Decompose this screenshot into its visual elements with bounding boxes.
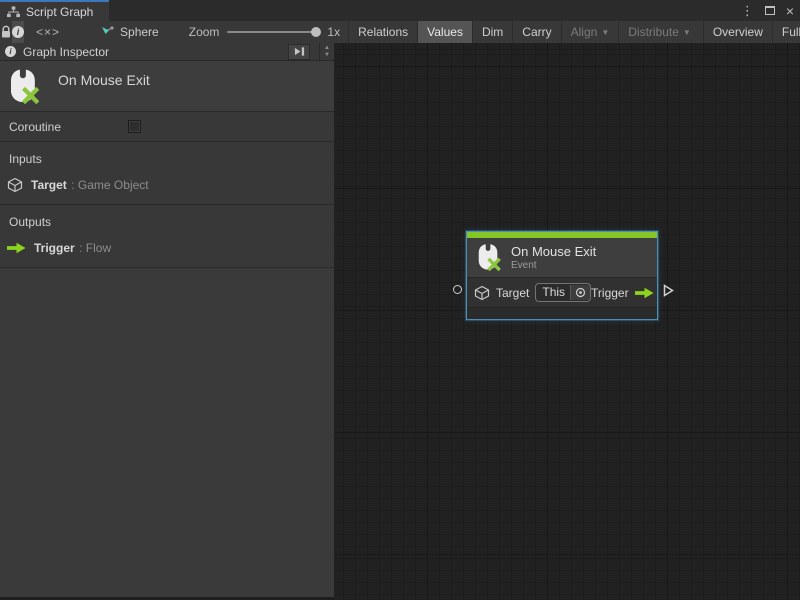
event-node-on-mouse-exit[interactable]: On Mouse Exit Event Target This <box>466 231 658 320</box>
window-tab-bar: Script Graph ⋮ × <box>0 0 800 21</box>
distribute-dropdown[interactable]: Distribute ▼ <box>618 21 700 43</box>
maximize-icon[interactable] <box>765 6 775 15</box>
lock-icon <box>0 25 12 39</box>
zoom-slider-thumb[interactable] <box>311 27 321 37</box>
node-title: On Mouse Exit <box>511 244 596 259</box>
tab-script-graph[interactable]: Script Graph <box>0 0 109 21</box>
toolbar-toggle-group: Relations Values Dim Carry Align ▼ Distr… <box>348 21 800 43</box>
relations-button[interactable]: Relations <box>348 21 417 43</box>
inspector-toggle-button[interactable]: i <box>12 21 24 43</box>
inspector-title-block: On Mouse Exit <box>0 61 334 112</box>
lock-button[interactable] <box>0 21 12 43</box>
graph-toolbar: i <×> Sphere Zoom 1x Relations Values Di… <box>0 21 800 43</box>
zoom-control: Zoom 1x <box>189 21 340 43</box>
close-icon[interactable]: × <box>786 4 794 18</box>
output-trigger-row: Trigger : Flow <box>0 239 334 257</box>
graph-pointer-icon <box>100 25 114 39</box>
info-icon: i <box>12 26 24 38</box>
input-type: : Game Object <box>71 178 148 192</box>
coroutine-label: Coroutine <box>9 120 128 134</box>
node-output-label: Trigger <box>591 286 629 300</box>
carry-button[interactable]: Carry <box>512 21 560 43</box>
input-name: Target <box>31 178 67 192</box>
target-value[interactable]: This <box>536 284 570 301</box>
zoom-slider[interactable] <box>227 31 319 33</box>
object-picker-icon[interactable] <box>570 285 590 300</box>
mouse-exit-icon <box>476 243 501 271</box>
trigger-arrow-icon[interactable] <box>635 287 654 299</box>
node-ports-row: Target This Trigger <box>467 277 657 307</box>
dim-button[interactable]: Dim <box>472 21 512 43</box>
graph-inspector-title: Graph Inspector <box>23 45 281 59</box>
output-name: Trigger <box>34 241 75 255</box>
zoom-value: 1x <box>327 25 340 39</box>
node-input-label: Target <box>496 286 529 300</box>
mouse-exit-icon <box>8 68 39 104</box>
overview-button[interactable]: Overview <box>703 21 772 43</box>
outputs-header: Outputs <box>0 213 334 239</box>
inputs-header: Inputs <box>0 150 334 176</box>
chevron-down-icon: ▼ <box>683 28 691 37</box>
tab-label: Script Graph <box>26 5 93 19</box>
dock-panel-icon[interactable] <box>288 44 310 60</box>
zoom-label: Zoom <box>189 25 220 39</box>
spinner-down-icon[interactable]: ▼ <box>324 52 330 59</box>
spinner-up-icon[interactable]: ▲ <box>324 45 330 52</box>
inspector-node-title: On Mouse Exit <box>58 72 150 88</box>
full-screen-button[interactable]: Full Screen <box>772 21 800 43</box>
node-subtitle: Event <box>511 260 596 271</box>
code-view-button[interactable]: <×> <box>36 21 60 43</box>
node-output-port[interactable] <box>663 284 674 297</box>
outputs-section: Outputs Trigger : Flow <box>0 205 334 268</box>
graph-context-breadcrumb[interactable]: Sphere <box>100 21 159 43</box>
more-menu-icon[interactable]: ⋮ <box>741 4 754 17</box>
flow-arrow-icon <box>7 242 26 254</box>
node-input-port[interactable] <box>453 285 462 294</box>
node-footer <box>467 307 657 319</box>
input-target-row: Target : Game Object <box>0 176 334 194</box>
target-value-field[interactable]: This <box>535 283 591 302</box>
panel-resize-spinner[interactable]: ▲ ▼ <box>319 43 334 60</box>
game-object-cube-icon <box>7 177 23 193</box>
graph-inspector-panel: i Graph Inspector ▲ ▼ On Mouse Exit Coro… <box>0 43 335 600</box>
context-label: Sphere <box>120 25 159 39</box>
coroutine-row: Coroutine <box>0 112 334 142</box>
game-object-cube-icon <box>474 285 490 301</box>
values-button[interactable]: Values <box>417 21 472 43</box>
coroutine-checkbox[interactable] <box>128 120 141 133</box>
graph-inspector-header[interactable]: i Graph Inspector ▲ ▼ <box>0 43 334 61</box>
align-dropdown[interactable]: Align ▼ <box>561 21 619 43</box>
info-icon: i <box>5 46 16 57</box>
chevron-down-icon: ▼ <box>601 28 609 37</box>
output-type: : Flow <box>79 241 111 255</box>
inputs-section: Inputs Target : Game Object <box>0 142 334 205</box>
script-graph-icon <box>7 6 20 18</box>
node-header[interactable]: On Mouse Exit Event <box>467 238 657 277</box>
